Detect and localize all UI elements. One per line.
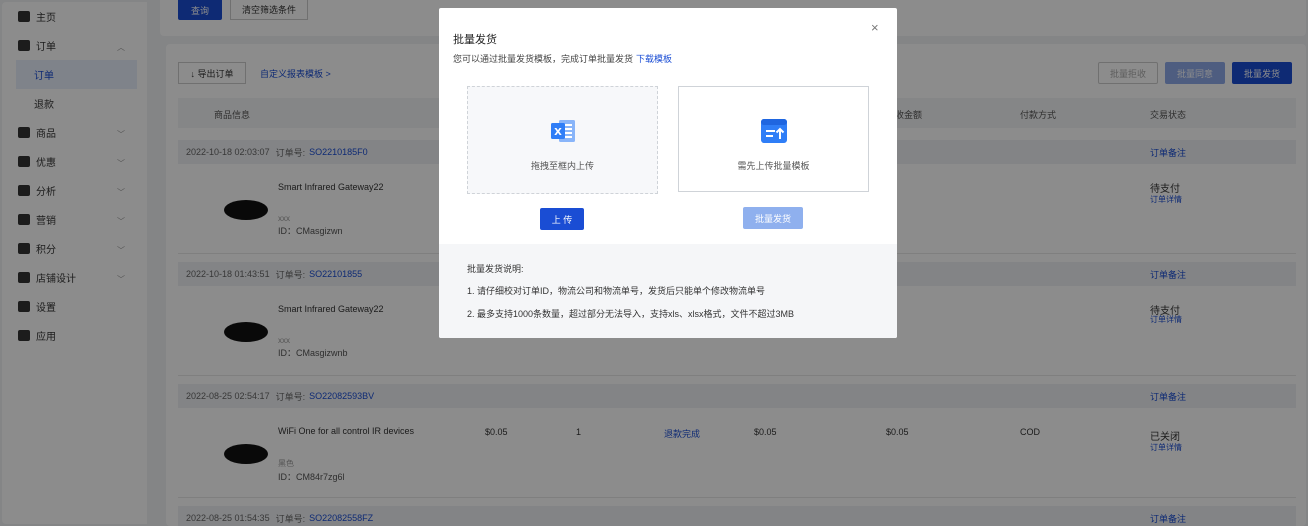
modal-title: 批量发货 bbox=[453, 34, 497, 46]
instructions-panel: 批量发货说明: 1. 请仔细校对订单ID，物流公司和物流单号，发货后只能单个修改… bbox=[439, 244, 897, 338]
upload-list-icon bbox=[760, 119, 787, 143]
file-dropzone[interactable]: X 拖拽至框内上传 bbox=[467, 86, 658, 194]
upload-first-label: 需先上传批量模板 bbox=[737, 161, 810, 171]
batch-ship-modal: 批量发货 × 您可以通过批量发货模板，完成订单批量发货 下载模板 X 拖拽至框内上… bbox=[439, 8, 897, 338]
svg-text:X: X bbox=[554, 127, 562, 138]
modal-description-text: 您可以通过批量发货模板，完成订单批量发货 bbox=[453, 54, 634, 64]
excel-file-icon: X bbox=[550, 120, 575, 142]
batch-ship-submit-button[interactable]: 批量发货 bbox=[743, 207, 803, 229]
instruction-item: 1. 请仔细校对订单ID，物流公司和物流单号，发货后只能单个修改物流单号 bbox=[467, 286, 766, 296]
modal-description: 您可以通过批量发货模板，完成订单批量发货 下载模板 bbox=[453, 52, 672, 65]
upload-button[interactable]: 上 传 bbox=[540, 208, 584, 230]
instruction-item: 2. 最多支持1000条数量，超过部分无法导入，支持xls、xlsx格式，文件不… bbox=[467, 309, 795, 319]
close-icon[interactable]: × bbox=[871, 20, 879, 35]
instructions-title: 批量发货说明: bbox=[467, 264, 524, 274]
download-template-link[interactable]: 下载模板 bbox=[636, 54, 672, 64]
dropzone-label: 拖拽至框内上传 bbox=[530, 161, 594, 171]
upload-status-card: 需先上传批量模板 bbox=[678, 86, 869, 192]
